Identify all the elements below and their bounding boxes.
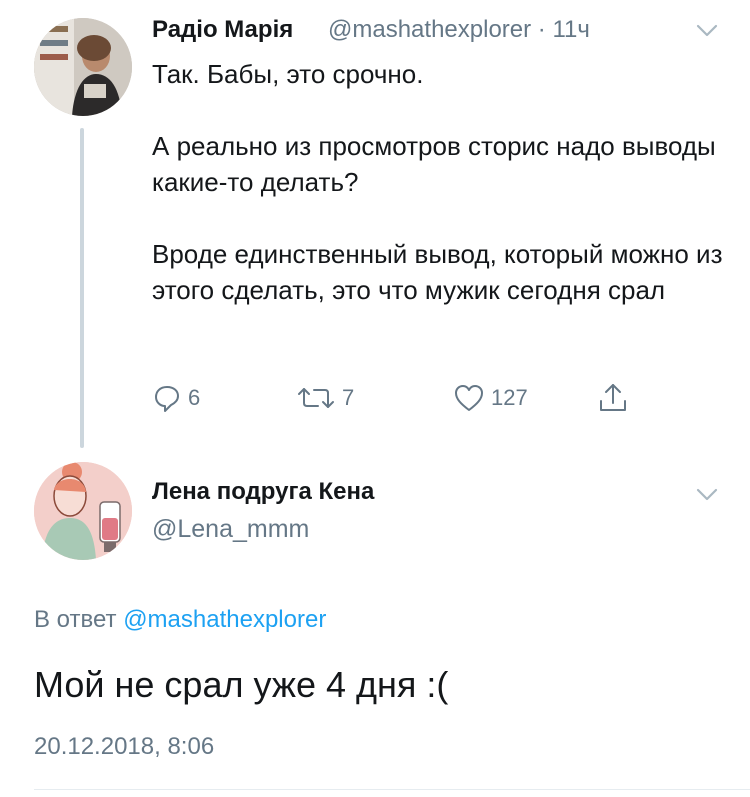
tweet-meta: @mashathexplorer · 11ч — [328, 16, 590, 44]
tweet-text: Мой не срал уже 4 дня :( — [34, 664, 449, 705]
reply-button[interactable]: 6 — [152, 383, 200, 413]
tweet-date[interactable]: 20.12.2018, 8:06 — [34, 733, 214, 761]
avatar[interactable] — [34, 18, 132, 116]
share-icon — [600, 384, 626, 411]
tweet-text: Так. Бабы, это срочно. А реально из прос… — [152, 59, 723, 305]
retweet-count: 7 — [342, 385, 355, 410]
reply-icon — [155, 386, 179, 412]
user-handle[interactable]: @Lena_mmm — [152, 515, 309, 544]
thread-line — [80, 128, 84, 448]
tweet-time[interactable]: 11ч — [552, 16, 589, 43]
reply-count: 6 — [188, 385, 201, 410]
reply-context-prefix: В ответ — [34, 606, 117, 633]
reply-context-handle[interactable]: @mashathexplorer — [123, 606, 326, 633]
display-name[interactable]: Радіо Марія — [152, 16, 293, 44]
like-button[interactable]: 127 — [453, 383, 528, 413]
divider — [34, 789, 750, 790]
share-button[interactable] — [596, 381, 630, 415]
meta-separator: · — [537, 16, 546, 43]
avatar[interactable] — [34, 462, 132, 560]
avatar-photo — [34, 18, 132, 116]
reply-context: В ответ @mashathexplorer — [34, 606, 326, 634]
retweet-icon — [298, 388, 334, 408]
heart-icon — [455, 385, 483, 411]
chevron-down-icon[interactable] — [696, 24, 718, 38]
display-name[interactable]: Лена подруга Кена — [152, 478, 374, 506]
user-handle[interactable]: @mashathexplorer — [328, 16, 531, 43]
avatar-illustration — [34, 462, 132, 560]
retweet-button[interactable]: 7 — [296, 383, 354, 413]
like-count: 127 — [491, 385, 528, 410]
chevron-down-icon[interactable] — [696, 488, 718, 502]
